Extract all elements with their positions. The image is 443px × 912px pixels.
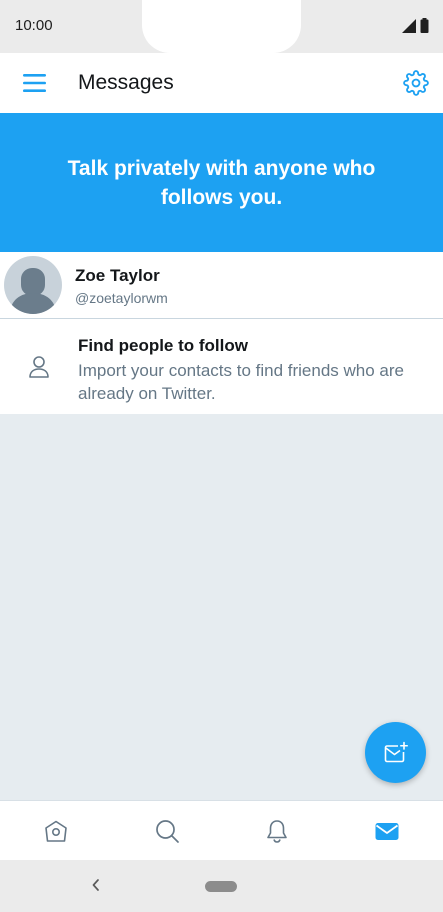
home-icon xyxy=(45,820,67,842)
camera-notch xyxy=(142,0,301,53)
status-time: 10:00 xyxy=(15,17,53,34)
menu-button[interactable] xyxy=(22,71,48,95)
account-name: Zoe Taylor xyxy=(75,266,160,285)
search-icon xyxy=(156,820,179,843)
status-bar: 10:00 xyxy=(0,0,443,53)
app-bar: Messages xyxy=(0,53,443,113)
new-message-icon xyxy=(384,741,408,762)
bottom-tab-bar xyxy=(0,800,443,860)
new-message-button[interactable] xyxy=(365,722,426,783)
gear-icon xyxy=(403,70,429,96)
person-icon xyxy=(29,356,49,378)
tab-home[interactable] xyxy=(43,818,69,844)
default-avatar-icon xyxy=(10,268,56,314)
banner-text: Talk privately with anyone who follows y… xyxy=(67,156,376,209)
system-home-pill[interactable] xyxy=(205,881,237,892)
tab-messages[interactable] xyxy=(374,818,400,844)
envelope-icon xyxy=(375,823,399,840)
system-back-button[interactable] xyxy=(88,876,104,894)
signal-icon xyxy=(402,18,416,33)
back-chevron-icon xyxy=(92,879,99,891)
avatar xyxy=(4,256,62,314)
find-people-title: Find people to follow xyxy=(78,336,248,355)
tab-notifications[interactable] xyxy=(264,818,290,844)
account-row[interactable]: Zoe Taylor @zoetaylorwm xyxy=(0,252,443,319)
promo-banner: Talk privately with anyone who follows y… xyxy=(0,113,443,252)
find-people-description: Import your contacts to find friends who… xyxy=(78,361,404,403)
status-icons xyxy=(402,18,429,33)
bell-icon xyxy=(267,820,287,843)
hamburger-menu-icon xyxy=(23,74,46,92)
account-handle: @zoetaylorwm xyxy=(75,290,168,306)
tab-search[interactable] xyxy=(154,818,180,844)
find-people-row[interactable]: Find people to follow Import your contac… xyxy=(0,320,443,414)
page-title: Messages xyxy=(78,71,174,94)
settings-button[interactable] xyxy=(403,70,429,96)
battery-icon xyxy=(420,18,429,33)
